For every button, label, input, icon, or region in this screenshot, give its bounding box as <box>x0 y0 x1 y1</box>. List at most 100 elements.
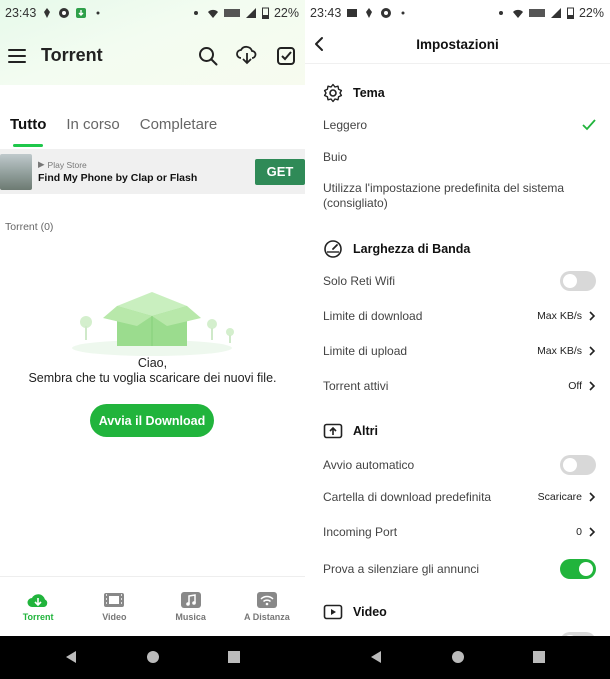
active-torrents-value: Off <box>568 380 582 392</box>
section-video: Video <box>323 602 387 622</box>
section-others-label: Altri <box>353 424 378 438</box>
wifi-icon <box>207 7 219 19</box>
nav-remote[interactable]: A Distanza <box>229 577 305 636</box>
app-icon <box>380 7 392 19</box>
menu-icon[interactable] <box>7 46 27 66</box>
ad-title: Find My Phone by Clap or Flash <box>38 172 198 184</box>
ad-store-name: Play Store <box>47 159 87 170</box>
play-store-icon: ▶ <box>38 159 45 169</box>
incoming-port-row[interactable]: Incoming Port 0 <box>323 525 596 539</box>
theme-light-option[interactable]: Leggero <box>323 118 596 132</box>
mute-ads-label: Prova a silenziare gli annunci <box>323 562 480 576</box>
battery-level: 22% <box>578 6 604 20</box>
autostart-toggle[interactable] <box>560 455 596 475</box>
chevron-right-icon <box>588 527 596 537</box>
tab-bar: Tutto In corso Completare <box>0 85 227 149</box>
download-limit-value: Max KB/s <box>537 310 582 322</box>
top-area: 23:43 22% Torrent <box>0 0 305 85</box>
section-bandwidth: Larghezza di Banda <box>323 239 470 259</box>
download-folder-label: Cartella di download predefinita <box>323 490 492 504</box>
theme-system-option[interactable]: Utilizza l'impostazione predefinita del … <box>323 181 596 211</box>
ad-store-label: ▶ Play Store <box>38 159 255 170</box>
chevron-right-icon <box>588 311 596 321</box>
alarm-icon <box>495 7 507 19</box>
remote-wifi-icon <box>256 592 277 608</box>
notification-icon <box>41 7 53 19</box>
signal-icon <box>550 7 562 19</box>
search-icon[interactable] <box>197 45 219 67</box>
home-circle-icon[interactable] <box>146 650 160 664</box>
nav-torrent[interactable]: Torrent <box>0 577 76 636</box>
empty-message: Sembra che tu voglia scaricare dei nuovi… <box>28 371 277 385</box>
ad-text: ▶ Play Store Find My Phone by Clap or Fl… <box>38 159 255 184</box>
status-bar: 23:43 22% <box>0 0 305 26</box>
active-torrents-row[interactable]: Torrent attivi Off <box>323 379 596 393</box>
tab-in-progress[interactable]: In corso <box>66 116 119 133</box>
mute-ads-row[interactable]: Prova a silenziare gli annunci <box>323 559 596 579</box>
back-triangle-icon[interactable] <box>64 650 78 664</box>
mute-ads-toggle[interactable] <box>560 559 596 579</box>
back-triangle-icon[interactable] <box>369 650 383 664</box>
autostart-label: Avvio automatico <box>323 458 415 472</box>
upload-limit-label: Limite di upload <box>323 344 408 358</box>
torrent-notification-icon <box>75 7 87 19</box>
settings-screen: 23:43 22% Impostazioni Tema Leggero Buio… <box>305 0 610 636</box>
status-bar: 23:43 22% <box>305 0 610 26</box>
upload-limit-value: Max KB/s <box>537 345 582 357</box>
nav-video[interactable]: Video <box>76 577 152 636</box>
download-limit-label: Limite di download <box>323 309 423 323</box>
nav-music[interactable]: Musica <box>153 577 229 636</box>
select-icon[interactable] <box>275 45 297 67</box>
wifi-only-toggle[interactable] <box>560 271 596 291</box>
wifi-only-label: Solo Reti Wifi <box>323 274 396 288</box>
wifi-only-row[interactable]: Solo Reti Wifi <box>323 271 596 291</box>
music-icon <box>180 592 201 608</box>
active-torrents-label: Torrent attivi <box>323 379 389 393</box>
app-icon <box>58 7 70 19</box>
empty-greeting: Ciao, <box>137 356 168 370</box>
download-limit-row[interactable]: Limite di download Max KB/s <box>323 309 596 323</box>
start-download-button[interactable]: Avvia il Download <box>90 404 214 437</box>
torrent-screen: 23:43 22% Torrent Tutto In corso Complet… <box>0 0 305 636</box>
app-bar: Torrent <box>0 26 305 85</box>
recents-square-icon[interactable] <box>532 650 546 664</box>
check-icon <box>582 119 596 131</box>
add-torrent-icon[interactable] <box>236 45 258 67</box>
signal-icon <box>245 7 257 19</box>
volte-icon <box>223 7 240 19</box>
recents-square-icon[interactable] <box>227 650 241 664</box>
system-navigation-bar <box>0 636 610 679</box>
dot-icon <box>397 7 409 19</box>
section-others: Altri <box>323 421 378 441</box>
video-icon <box>323 604 343 620</box>
ad-banner[interactable]: ▶ Play Store Find My Phone by Clap or Fl… <box>0 149 305 194</box>
volte-icon <box>528 7 545 19</box>
back-arrow-icon[interactable] <box>311 35 329 53</box>
section-theme: Tema <box>323 83 385 103</box>
theme-dark-option[interactable]: Buio <box>323 150 596 164</box>
torrent-count: Torrent (0) <box>5 221 54 233</box>
autostart-row[interactable]: Avvio automatico <box>323 455 596 475</box>
theme-system-label: Utilizza l'impostazione predefinita del … <box>323 181 565 195</box>
nav-video-label: Video <box>102 612 127 622</box>
battery-level: 22% <box>273 6 299 20</box>
home-circle-icon[interactable] <box>451 650 465 664</box>
nav-remote-label: A Distanza <box>244 612 290 622</box>
page-title: Impostazioni <box>416 37 499 52</box>
gear-icon <box>323 83 343 103</box>
incoming-port-value: 0 <box>576 526 582 538</box>
empty-box-illustration <box>72 292 234 356</box>
tab-all[interactable]: Tutto <box>10 116 46 147</box>
chevron-right-icon <box>588 492 596 502</box>
section-theme-label: Tema <box>353 86 385 100</box>
upload-limit-row[interactable]: Limite di upload Max KB/s <box>323 344 596 358</box>
chevron-right-icon <box>588 346 596 356</box>
wifi-icon <box>512 7 524 19</box>
download-folder-row[interactable]: Cartella di download predefinita Scarica… <box>323 490 596 504</box>
tab-completed[interactable]: Completare <box>140 116 218 133</box>
alarm-icon <box>190 7 202 19</box>
dot-icon <box>92 7 104 19</box>
ad-get-button[interactable]: GET <box>255 158 305 185</box>
section-bandwidth-label: Larghezza di Banda <box>353 242 471 256</box>
torrent-cloud-icon <box>27 594 48 607</box>
